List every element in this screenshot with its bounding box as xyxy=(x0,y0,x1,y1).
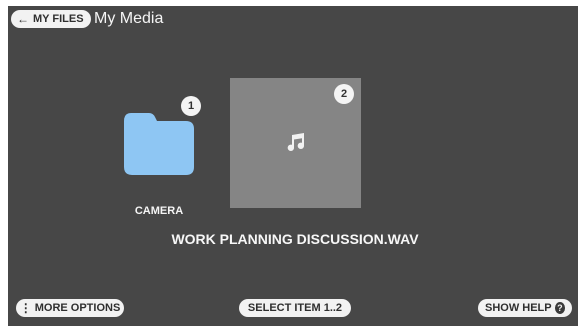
back-to-my-files-button[interactable]: ← MY FILES xyxy=(11,10,91,28)
select-item-button[interactable]: SELECT ITEM 1..2 xyxy=(239,299,351,317)
camera-folder[interactable] xyxy=(124,111,194,175)
page-title: My Media xyxy=(94,10,164,27)
back-arrow-icon: ← xyxy=(17,12,29,26)
camera-folder-label: CAMERA xyxy=(134,205,184,217)
camera-item-number-badge: 1 xyxy=(181,96,201,116)
back-button-label: MY FILES xyxy=(33,13,84,25)
more-vertical-icon: ⋮ xyxy=(19,301,32,315)
show-help-button[interactable]: SHOW HELP ? xyxy=(478,299,572,317)
more-options-label: MORE OPTIONS xyxy=(34,302,121,314)
music-note-icon xyxy=(287,133,305,151)
audio-item-number-badge: 2 xyxy=(334,84,354,104)
show-help-label: SHOW HELP xyxy=(485,302,552,314)
help-icon: ? xyxy=(554,302,565,314)
folder-icon xyxy=(124,113,194,175)
more-options-button[interactable]: ⋮ MORE OPTIONS xyxy=(16,299,124,317)
selected-file-name: WORK PLANNING DISCUSSION.WAV xyxy=(171,231,419,247)
select-item-label: SELECT ITEM 1..2 xyxy=(247,302,343,314)
media-browser-screen: ← MY FILES My Media 1 CAMERA 2 WORK PLAN… xyxy=(8,6,578,326)
